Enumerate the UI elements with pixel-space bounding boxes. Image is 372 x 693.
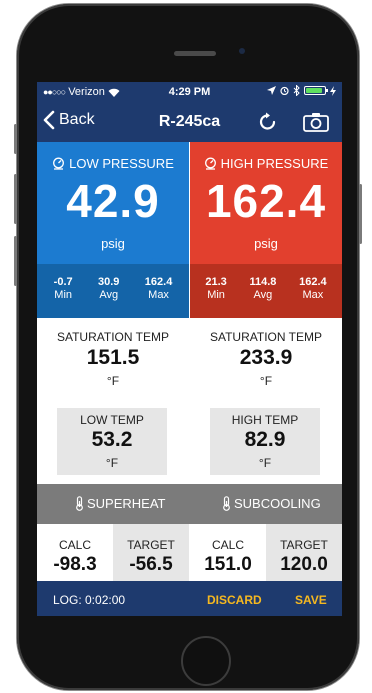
- high-pressure-stats: 21.3 Min 114.8 Avg 162.4 Max: [190, 264, 342, 318]
- stat-label: Avg: [253, 289, 273, 301]
- volume-down-button: [14, 236, 17, 286]
- high-pressure-title: HIGH PRESSURE: [220, 156, 329, 171]
- target-value: -56.5: [129, 554, 173, 575]
- stat-value: -0.7: [53, 276, 73, 288]
- camera-icon: [303, 113, 329, 132]
- low-max-stat: 162.4 Max: [145, 264, 173, 318]
- stat-label: Min: [207, 289, 225, 301]
- back-button[interactable]: Back: [43, 110, 95, 130]
- nav-bar: Back R-245ca: [37, 102, 342, 142]
- calc-value: -98.3: [53, 554, 97, 575]
- front-camera: [239, 48, 245, 54]
- battery-level: [306, 88, 323, 93]
- stat-value: 162.4: [299, 276, 327, 288]
- thermometer-icon: [223, 496, 230, 511]
- low-pressure-value: 42.9: [66, 175, 160, 227]
- low-saturation-temp: SATURATION TEMP 151.5 °F: [37, 318, 189, 408]
- stat-value: 30.9: [98, 276, 120, 288]
- high-pressure-panel[interactable]: HIGH PRESSURE 162.4 psig 21.3 Min 114.8 Av…: [190, 142, 342, 318]
- stat-value: 21.3: [205, 276, 227, 288]
- calc-value: 151.0: [204, 554, 252, 575]
- chevron-left-icon: [43, 110, 55, 130]
- alarm-icon: [280, 86, 289, 95]
- sat-temp-value: 151.5: [86, 346, 140, 369]
- power-button: [359, 184, 362, 244]
- target-label: TARGET: [280, 538, 328, 552]
- high-saturation-temp: SATURATION TEMP 233.9 °F: [190, 318, 342, 408]
- mute-switch: [14, 124, 17, 154]
- low-min-stat: -0.7 Min: [54, 264, 73, 318]
- low-temp-label: LOW TEMP: [80, 413, 144, 427]
- high-pressure-value: 162.4: [205, 175, 327, 227]
- discard-button[interactable]: DISCARD: [207, 593, 262, 607]
- superheat-calc: CALC -98.3: [37, 524, 113, 581]
- high-avg-stat: 114.8 Avg: [249, 264, 276, 318]
- superheat-label: SUPERHEAT: [87, 496, 166, 511]
- low-pressure-header: LOW PRESSURE: [37, 156, 189, 171]
- high-max-stat: 162.4 Max: [299, 264, 327, 318]
- subcooling-button[interactable]: SUBCOOLING: [222, 496, 321, 511]
- thermometer-icon: [76, 496, 83, 511]
- stat-value: 114.8: [249, 276, 277, 288]
- back-label: Back: [59, 111, 95, 128]
- refresh-button[interactable]: [257, 111, 279, 133]
- low-temp-unit: °F: [105, 456, 119, 470]
- high-temp-value: 82.9: [244, 428, 286, 451]
- low-temp-value: 53.2: [91, 428, 133, 451]
- refresh-icon: [259, 112, 276, 130]
- high-temp-label: HIGH TEMP: [231, 413, 299, 427]
- bluetooth-icon: [293, 85, 300, 96]
- location-icon: [267, 86, 276, 95]
- calc-label: CALC: [211, 538, 244, 552]
- mode-bar: SUPERHEAT SUBCOOLING: [37, 484, 342, 524]
- low-pressure-title: LOW PRESSURE: [69, 156, 174, 171]
- low-pressure-stats: -0.7 Min 30.9 Avg 162.4 Max: [37, 264, 189, 318]
- stat-value: 162.4: [144, 276, 173, 288]
- subcooling-label: SUBCOOLING: [234, 496, 321, 511]
- save-button[interactable]: SAVE: [295, 593, 327, 607]
- low-pressure-unit: psig: [101, 236, 125, 251]
- status-bar: ●●○○○ Verizon 4:29 PM: [37, 82, 342, 102]
- target-label: TARGET: [127, 538, 175, 552]
- high-temp-box[interactable]: HIGH TEMP 82.9 °F: [210, 408, 320, 475]
- app-screen: ●●○○○ Verizon 4:29 PM Back R-245ca LOW P…: [37, 82, 342, 616]
- low-avg-stat: 30.9 Avg: [98, 264, 119, 318]
- sat-temp-label: SATURATION TEMP: [56, 330, 169, 344]
- volume-up-button: [14, 174, 17, 224]
- high-pressure-unit: psig: [254, 236, 278, 251]
- sat-temp-unit: °F: [106, 374, 120, 388]
- battery-icon: [304, 86, 328, 95]
- superheat-target[interactable]: TARGET -56.5: [113, 524, 189, 581]
- log-timer: LOG: 0:02:00: [53, 593, 126, 607]
- stat-label: Min: [54, 289, 73, 301]
- subcooling-calc: CALC 151.0: [190, 524, 266, 581]
- high-pressure-header: HIGH PRESSURE: [190, 156, 342, 171]
- sat-temp-unit: °F: [259, 374, 273, 388]
- log-bar: LOG: 0:02:00 DISCARD SAVE: [37, 581, 342, 616]
- stat-label: Max: [148, 289, 169, 301]
- low-pressure-panel[interactable]: LOW PRESSURE 42.9 psig -0.7 Min 30.9 Avg 1…: [37, 142, 189, 318]
- calc-label: CALC: [58, 538, 91, 552]
- subcooling-target[interactable]: TARGET 120.0: [266, 524, 342, 581]
- gauge-icon: [204, 157, 216, 170]
- superheat-button[interactable]: SUPERHEAT: [75, 496, 166, 511]
- high-temp-unit: °F: [258, 456, 272, 470]
- high-min-stat: 21.3 Min: [205, 264, 226, 318]
- earpiece-speaker: [174, 51, 216, 56]
- charging-icon: [330, 85, 336, 96]
- target-value: 120.0: [280, 554, 328, 575]
- home-button[interactable]: [181, 636, 231, 686]
- gauge-icon: [53, 157, 65, 170]
- sat-temp-label: SATURATION TEMP: [209, 330, 322, 344]
- low-temp-box[interactable]: LOW TEMP 53.2 °F: [57, 408, 167, 475]
- stat-label: Avg: [99, 289, 119, 301]
- sat-temp-value: 233.9: [239, 346, 293, 369]
- camera-button[interactable]: [303, 112, 329, 132]
- stat-label: Max: [302, 289, 324, 301]
